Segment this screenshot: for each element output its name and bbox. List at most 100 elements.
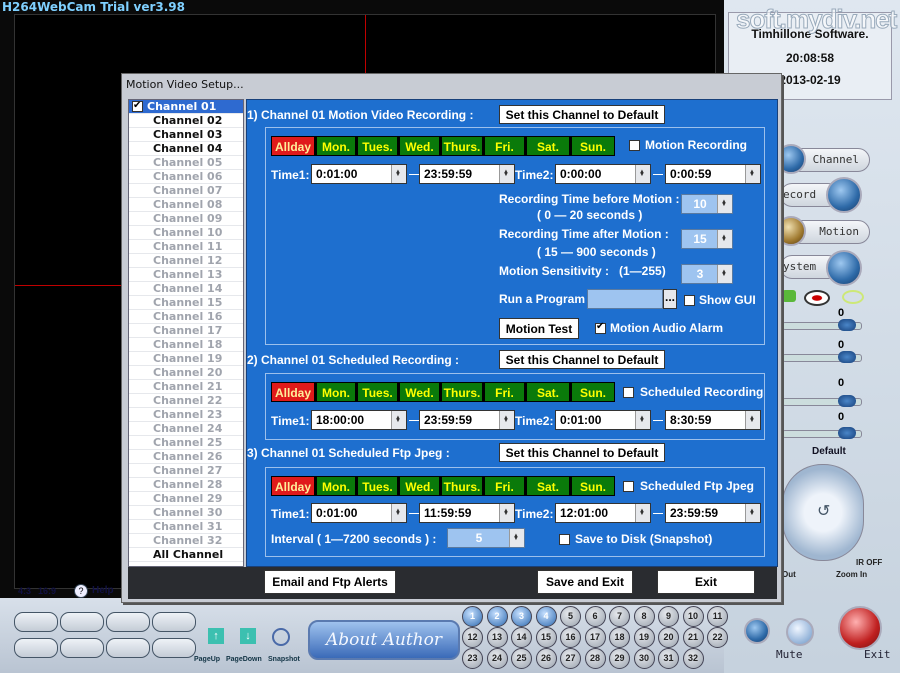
slider-4-knob[interactable] [838,427,856,439]
day-tues[interactable]: Tues. [357,382,398,402]
spinner-icon[interactable] [717,228,732,249]
channel-list-item[interactable]: Channel 20 [129,366,243,380]
slider-1-knob[interactable] [838,319,856,331]
channel-list-item[interactable]: Channel 29 [129,492,243,506]
channel-number-button[interactable]: 25 [511,648,532,669]
channel-list-item[interactable]: Channel 25 [129,436,243,450]
day-thurs[interactable]: Thurs. [441,476,483,496]
mute-label[interactable]: Mute [776,648,803,661]
spinner-icon[interactable] [745,163,760,184]
aspect-4-3[interactable]: 4:3 [18,586,31,596]
section2-time1-start[interactable]: 18:00:00 [311,409,407,430]
channel-number-button[interactable]: 18 [609,627,630,648]
channel-number-button[interactable]: 17 [584,627,606,648]
day-allday[interactable]: Allday [271,136,315,156]
speaker-icon[interactable] [786,618,814,646]
layout-13-button[interactable] [60,638,104,658]
channel-list-item[interactable]: Channel 08 [129,198,243,212]
section1-default-button[interactable]: Set this Channel to Default [499,105,665,124]
channel-number-button[interactable]: 1 [462,606,483,627]
layout-8-button[interactable] [152,612,196,632]
record-knob[interactable] [826,177,862,213]
channel-number-button[interactable]: 26 [535,648,557,669]
channel-number-button[interactable]: 8 [633,606,655,627]
channel-number-button[interactable]: 2 [486,606,508,627]
after-motion-input[interactable]: 15 [681,228,733,249]
exit-button[interactable]: Exit [657,570,755,594]
save-to-disk-checkbox[interactable] [559,534,570,545]
channel-list-item[interactable]: Channel 28 [129,478,243,492]
email-ftp-alerts-button[interactable]: Email and Ftp Alerts [264,570,396,594]
system-knob[interactable] [826,250,862,286]
section2-time2-start[interactable]: 0:01:00 [555,409,651,430]
spinner-icon[interactable] [509,527,524,548]
channel-list-item[interactable]: Channel 12 [129,254,243,268]
day-tues[interactable]: Tues. [357,476,398,496]
channel-list-item[interactable]: Channel 24 [129,422,243,436]
channel-list-item[interactable]: Channel 01 [129,100,243,114]
day-tues[interactable]: Tues. [357,136,398,156]
section3-time1-start[interactable]: 0:01:00 [311,502,407,523]
channel-number-button[interactable]: 13 [486,627,508,648]
day-wed[interactable]: Wed. [399,382,440,402]
motion-test-button[interactable]: Motion Test [499,318,579,339]
channel-number-button[interactable]: 32 [682,648,704,669]
channel-checkbox[interactable] [132,100,143,113]
channel-list-item[interactable]: Channel 32 [129,534,243,548]
aspect-16-9[interactable]: 16:9 [38,586,56,596]
rotate-icon[interactable]: ↺ [817,501,830,521]
spinner-icon[interactable] [391,409,406,430]
spinner-icon[interactable] [499,163,514,184]
channel-list-item[interactable]: Channel 07 [129,184,243,198]
channel-list-item[interactable]: Channel 10 [129,226,243,240]
channel-list-item[interactable]: Channel 14 [129,282,243,296]
channel-number-button[interactable]: 29 [609,648,630,669]
page-up-icon[interactable]: ↑ [208,628,224,644]
layout-32-button[interactable] [152,638,196,658]
day-sun[interactable]: Sun. [571,136,615,156]
day-mon[interactable]: Mon. [316,136,356,156]
channel-list[interactable]: Channel 01 Channel 02 Channel 03 Channel… [128,99,244,567]
channel-list-item[interactable]: Channel 31 [129,520,243,534]
channel-list-item[interactable]: Channel 19 [129,352,243,366]
link-icon[interactable] [842,290,864,304]
channel-number-button[interactable]: 19 [633,627,655,648]
run-program-input[interactable] [587,289,663,309]
day-mon[interactable]: Mon. [316,382,356,402]
spinner-icon[interactable] [717,193,732,214]
slider-3-knob[interactable] [838,395,856,407]
spinner-icon[interactable] [635,409,650,430]
ptz-dial[interactable]: ↺ [782,464,864,561]
spinner-icon[interactable] [635,502,650,523]
power-icon[interactable] [838,606,882,650]
browse-button[interactable]: ... [663,289,677,309]
channel-list-item[interactable]: Channel 04 [129,142,243,156]
spinner-icon[interactable] [635,163,650,184]
section3-time2-end[interactable]: 23:59:59 [665,502,761,523]
save-and-exit-button[interactable]: Save and Exit [537,570,633,594]
channel-list-item[interactable]: Channel 30 [129,506,243,520]
section2-time2-end[interactable]: 8:30:59 [665,409,761,430]
channel-list-item[interactable]: Channel 15 [129,296,243,310]
motion-recording-checkbox[interactable] [629,140,640,151]
day-wed[interactable]: Wed. [399,476,440,496]
all-channel-item[interactable]: All Channel [129,548,243,562]
play-icon[interactable] [744,618,770,644]
channel-list-item[interactable]: Channel 16 [129,310,243,324]
day-sun[interactable]: Sun. [571,382,615,402]
day-fri[interactable]: Fri. [484,382,525,402]
channel-number-button[interactable]: 23 [462,648,483,669]
day-sat[interactable]: Sat. [526,136,570,156]
spinner-icon[interactable] [391,502,406,523]
eye-icon[interactable] [804,290,830,306]
section1-time1-end[interactable]: 23:59:59 [419,163,515,184]
channel-list-item[interactable]: Channel 03 [129,128,243,142]
channel-number-button[interactable]: 9 [658,606,679,627]
section1-time2-start[interactable]: 0:00:00 [555,163,651,184]
channel-number-button[interactable]: 12 [462,627,483,648]
audio-alarm-checkbox[interactable] [595,321,606,334]
spinner-icon[interactable] [499,409,514,430]
layout-16-button[interactable] [106,638,150,658]
exit-app-label[interactable]: Exit [864,648,891,661]
zoom-in-label[interactable]: Zoom In [836,570,867,579]
